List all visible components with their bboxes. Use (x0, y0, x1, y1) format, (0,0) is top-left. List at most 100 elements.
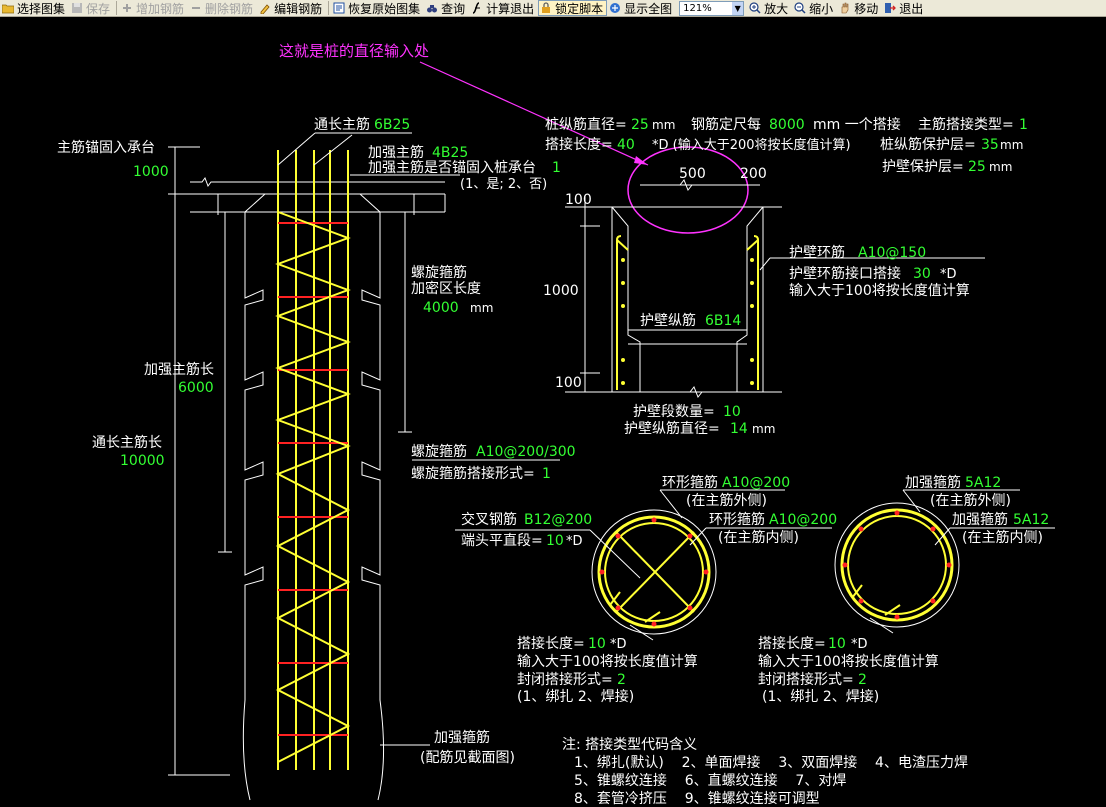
drawing-canvas[interactable]: 主筋锚固入承台 1000 通长主筋 6B25 加强主筋 4B25 加强主筋是否锚… (0, 17, 1106, 807)
ring-lap-value[interactable]: 30 (913, 266, 931, 282)
reinforce-length-label: 加强主筋长 (144, 361, 214, 378)
zoom-level-value: 121% (683, 2, 712, 14)
chevron-down-icon[interactable]: ▼ (732, 1, 744, 15)
section2-lap-value[interactable]: 10 (828, 636, 846, 652)
spiral-dense-length-label: 加密区长度 (411, 280, 481, 297)
restore-atlas-button[interactable]: 恢复原始图集 (331, 0, 424, 16)
cover-label: 桩纵筋保护层= (880, 136, 976, 153)
section2-inner-value[interactable]: 5A12 (1013, 512, 1049, 528)
dim-100-bottom[interactable]: 100 (555, 375, 582, 391)
reinforce-length-value[interactable]: 6000 (178, 380, 214, 396)
lap-length-label: 搭接长度= (545, 136, 613, 153)
lap-type-notes: 注: 搭接类型代码含义 1、绑扎(默认) 2、单面焊接 3、双面焊接 4、电渣压… (562, 736, 968, 807)
section2-lap-label: 搭接长度= (758, 635, 826, 652)
end-straight-label: 端头平直段= (461, 532, 543, 549)
wall-cover-value[interactable]: 25 (968, 159, 986, 175)
section2-outer-stirrup (840, 508, 954, 622)
cover-value[interactable]: 35 (981, 137, 999, 153)
ring-lap-label: 护壁环筋接口搭接 (789, 265, 901, 282)
ring-bar-value[interactable]: A10@150 (858, 245, 926, 261)
section2-close-label: 封闭搭接形式= (758, 671, 854, 688)
delete-rebar-button[interactable]: 删除钢筋 (188, 0, 257, 16)
restore-icon (333, 2, 345, 14)
section2-inner-label: 加强箍筋 (952, 511, 1008, 528)
dim-1000[interactable]: 1000 (543, 283, 579, 299)
lock-icon (542, 2, 551, 13)
query-button[interactable]: 查询 (424, 0, 469, 16)
dim-100-top[interactable]: 100 (565, 192, 592, 208)
long-dia-unit: mm (752, 422, 775, 436)
spiral-lap-value[interactable]: 1 (542, 466, 551, 482)
leader-line (313, 134, 353, 166)
ring-bar-label: 护壁环筋 (789, 244, 845, 261)
section1-close-value[interactable]: 2 (617, 672, 626, 688)
reinforce-anchor-value[interactable]: 1 (552, 160, 561, 176)
folder-icon (2, 4, 14, 14)
query-label: 查询 (441, 1, 466, 16)
section2-outer-label: 加强箍筋 (905, 474, 961, 491)
section2-lap-note: 输入大于100将按长度值计算 (758, 654, 939, 670)
toolbar-separator (116, 1, 118, 15)
section1-lap-label: 搭接长度= (517, 635, 585, 652)
exit-button[interactable]: 退出 (882, 0, 927, 16)
bar-dia-value[interactable]: 25 (631, 117, 649, 133)
lock-script-label: 锁定脚本 (555, 1, 604, 16)
segment-count-value[interactable]: 10 (723, 404, 741, 420)
spiral-dense-value[interactable]: 4000 (423, 300, 459, 316)
through-bar-value[interactable]: 6B25 (374, 117, 410, 133)
fixed-length-value[interactable]: 8000 (769, 117, 805, 133)
lap-length-note: *D (输入大于200将按长度值计算) (652, 137, 851, 153)
zoom-level-select[interactable]: 121% ▼ (679, 0, 745, 16)
section2-close-value[interactable]: 2 (858, 672, 867, 688)
section1-inner-note: (在主筋内侧) (718, 529, 799, 546)
leader-line (902, 489, 921, 513)
pan-button[interactable]: 移动 (837, 0, 882, 16)
pile-left-wall (242, 193, 266, 801)
section2-outer-value[interactable]: 5A12 (965, 475, 1001, 491)
section2-inner-note: (在主筋内侧) (962, 529, 1043, 546)
spiral-stirrup-label: 螺旋箍筋 (411, 443, 467, 460)
select-atlas-label: 选择图集 (17, 1, 66, 16)
leader-line (659, 489, 683, 519)
through-length-value[interactable]: 10000 (120, 453, 165, 469)
section1-outer-value[interactable]: A10@200 (722, 475, 790, 491)
break-line (190, 176, 445, 188)
save-button[interactable]: 保存 (69, 0, 114, 16)
through-length-label: 通长主筋长 (92, 434, 162, 451)
reinforce-bar-value[interactable]: 4B25 (432, 145, 468, 161)
main-anchor-label: 主筋锚固入承台 (57, 139, 155, 156)
section1-lap-value[interactable]: 10 (588, 636, 606, 652)
end-straight-value[interactable]: 10 (546, 533, 564, 549)
dim-200[interactable]: 200 (740, 166, 767, 182)
select-atlas-button[interactable]: 选择图集 (0, 0, 69, 16)
cross-bar-label: 交叉钢筋 (461, 511, 517, 528)
section2-close-options: (1、绑扎 2、焊接) (762, 688, 879, 705)
wall-long-bar-value[interactable]: 6B14 (705, 313, 741, 329)
zoom-in-icon (749, 2, 761, 14)
dim-500[interactable]: 500 (679, 166, 706, 182)
restore-atlas-label: 恢复原始图集 (348, 1, 421, 16)
long-dia-value[interactable]: 14 (730, 421, 748, 437)
section2-outline (834, 502, 960, 628)
main-anchor-value[interactable]: 1000 (133, 164, 169, 180)
edit-rebar-icon (260, 4, 270, 14)
wall-rebar-hook (616, 239, 629, 251)
section1-inner-value[interactable]: A10@200 (769, 512, 837, 528)
delete-rebar-label: 删除钢筋 (205, 1, 254, 16)
lap-length-value[interactable]: 40 (617, 137, 635, 153)
zoom-in-button[interactable]: 放大 (747, 0, 792, 16)
show-all-button[interactable]: 显示全图 (607, 0, 676, 16)
add-rebar-button[interactable]: 增加钢筋 (119, 0, 188, 16)
spiral-stirrup-value[interactable]: A10@200/300 (476, 444, 576, 460)
cross-bar-value[interactable]: B12@200 (524, 512, 592, 528)
reinforce-stirrup-label: 加强箍筋 (434, 729, 490, 746)
lock-script-button[interactable]: 锁定脚本 (538, 0, 608, 16)
edit-rebar-button[interactable]: 编辑钢筋 (257, 0, 326, 16)
lap-type-value[interactable]: 1 (1019, 117, 1028, 133)
toolbar-separator (328, 1, 330, 15)
section2-lap-unit: *D (851, 637, 868, 652)
zoom-out-button[interactable]: 缩小 (792, 0, 837, 16)
ring-lap-note: 输入大于100将按长度值计算 (789, 283, 970, 299)
wall-rebar-left (616, 235, 622, 390)
calculate-exit-button[interactable]: 计算退出 (469, 0, 538, 16)
